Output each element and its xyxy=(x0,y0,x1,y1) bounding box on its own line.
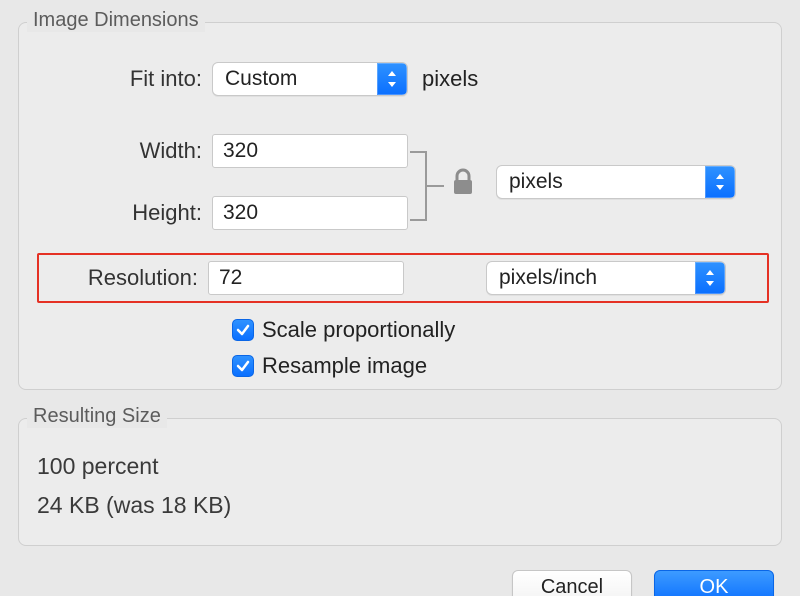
cancel-button[interactable]: Cancel xyxy=(512,570,632,596)
link-bracket xyxy=(408,136,448,228)
checkbox-stack: Scale proportionally Resample image xyxy=(232,317,769,379)
height-input[interactable] xyxy=(212,196,408,230)
fit-into-select[interactable]: Custom xyxy=(212,62,408,96)
image-dimensions-legend: Image Dimensions xyxy=(27,9,205,32)
resolution-input[interactable] xyxy=(208,261,404,295)
height-row: Height: xyxy=(37,193,408,233)
width-height-block: Width: Height: xyxy=(37,131,769,233)
resolution-units-select[interactable]: pixels/inch xyxy=(486,261,726,295)
cancel-button-label: Cancel xyxy=(541,576,603,596)
width-row: Width: xyxy=(37,131,408,171)
scale-proportionally-checkbox[interactable]: Scale proportionally xyxy=(232,317,769,343)
fit-into-label: Fit into: xyxy=(37,66,212,92)
lock-icon[interactable] xyxy=(448,168,478,196)
image-dimensions-group: Image Dimensions Fit into: Custom pixels… xyxy=(18,22,782,390)
wh-units-select[interactable]: pixels xyxy=(496,165,736,199)
resolution-highlight: Resolution: pixels/inch xyxy=(37,253,769,303)
ok-button-label: OK xyxy=(700,576,729,596)
width-input[interactable] xyxy=(212,134,408,168)
fit-into-value: Custom xyxy=(225,67,377,91)
dialog-buttons: Cancel OK xyxy=(512,570,774,596)
resample-image-checkbox[interactable]: Resample image xyxy=(232,353,769,379)
fit-into-row: Fit into: Custom pixels xyxy=(37,59,769,99)
resolution-units-value: pixels/inch xyxy=(499,266,695,290)
updown-icon xyxy=(377,63,407,95)
checkbox-checked-icon xyxy=(232,355,254,377)
scale-proportionally-label: Scale proportionally xyxy=(262,317,455,343)
updown-icon xyxy=(695,262,725,294)
height-label: Height: xyxy=(37,200,212,226)
image-dimensions-dialog: Image Dimensions Fit into: Custom pixels… xyxy=(0,22,800,596)
resulting-size-legend: Resulting Size xyxy=(27,405,167,428)
width-label: Width: xyxy=(37,138,212,164)
resulting-size-group: Resulting Size 100 percent 24 KB (was 18… xyxy=(18,418,782,546)
checkbox-checked-icon xyxy=(232,319,254,341)
ok-button[interactable]: OK xyxy=(654,570,774,596)
fit-into-units-label: pixels xyxy=(422,66,478,92)
resample-image-label: Resample image xyxy=(262,353,427,379)
wh-units-value: pixels xyxy=(509,170,705,194)
updown-icon xyxy=(705,166,735,198)
resulting-percent: 100 percent xyxy=(37,453,769,480)
resulting-filesize: 24 KB (was 18 KB) xyxy=(37,492,769,519)
resolution-label: Resolution: xyxy=(45,265,208,291)
